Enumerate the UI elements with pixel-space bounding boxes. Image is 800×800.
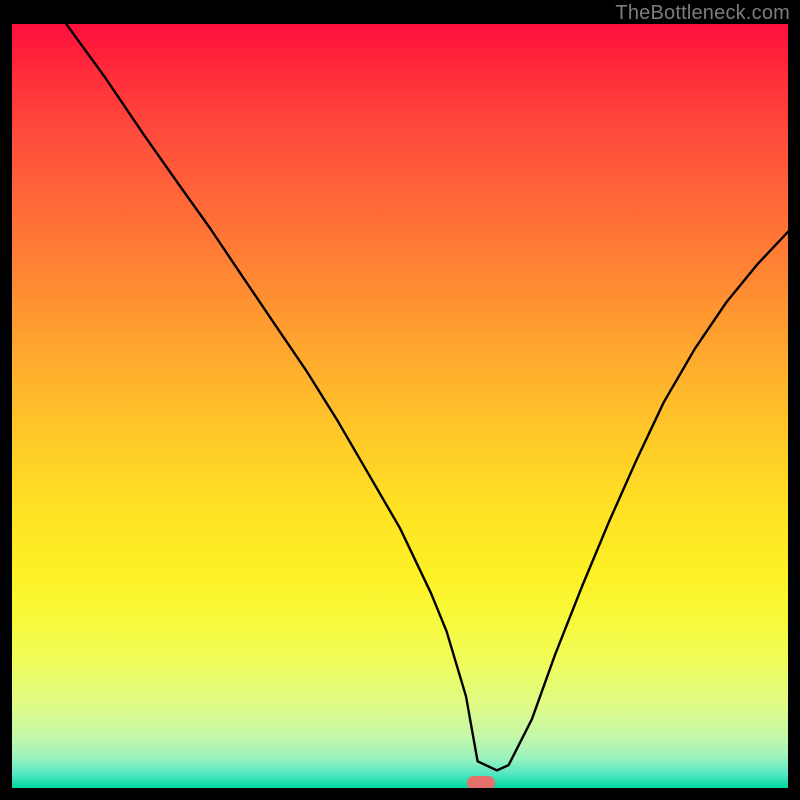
watermark-text: TheBottleneck.com: [615, 2, 790, 25]
chart-stage: TheBottleneck.com: [0, 0, 800, 800]
plot-area: [12, 24, 788, 788]
optimum-marker: [467, 776, 495, 788]
heat-gradient-background: [12, 24, 788, 788]
